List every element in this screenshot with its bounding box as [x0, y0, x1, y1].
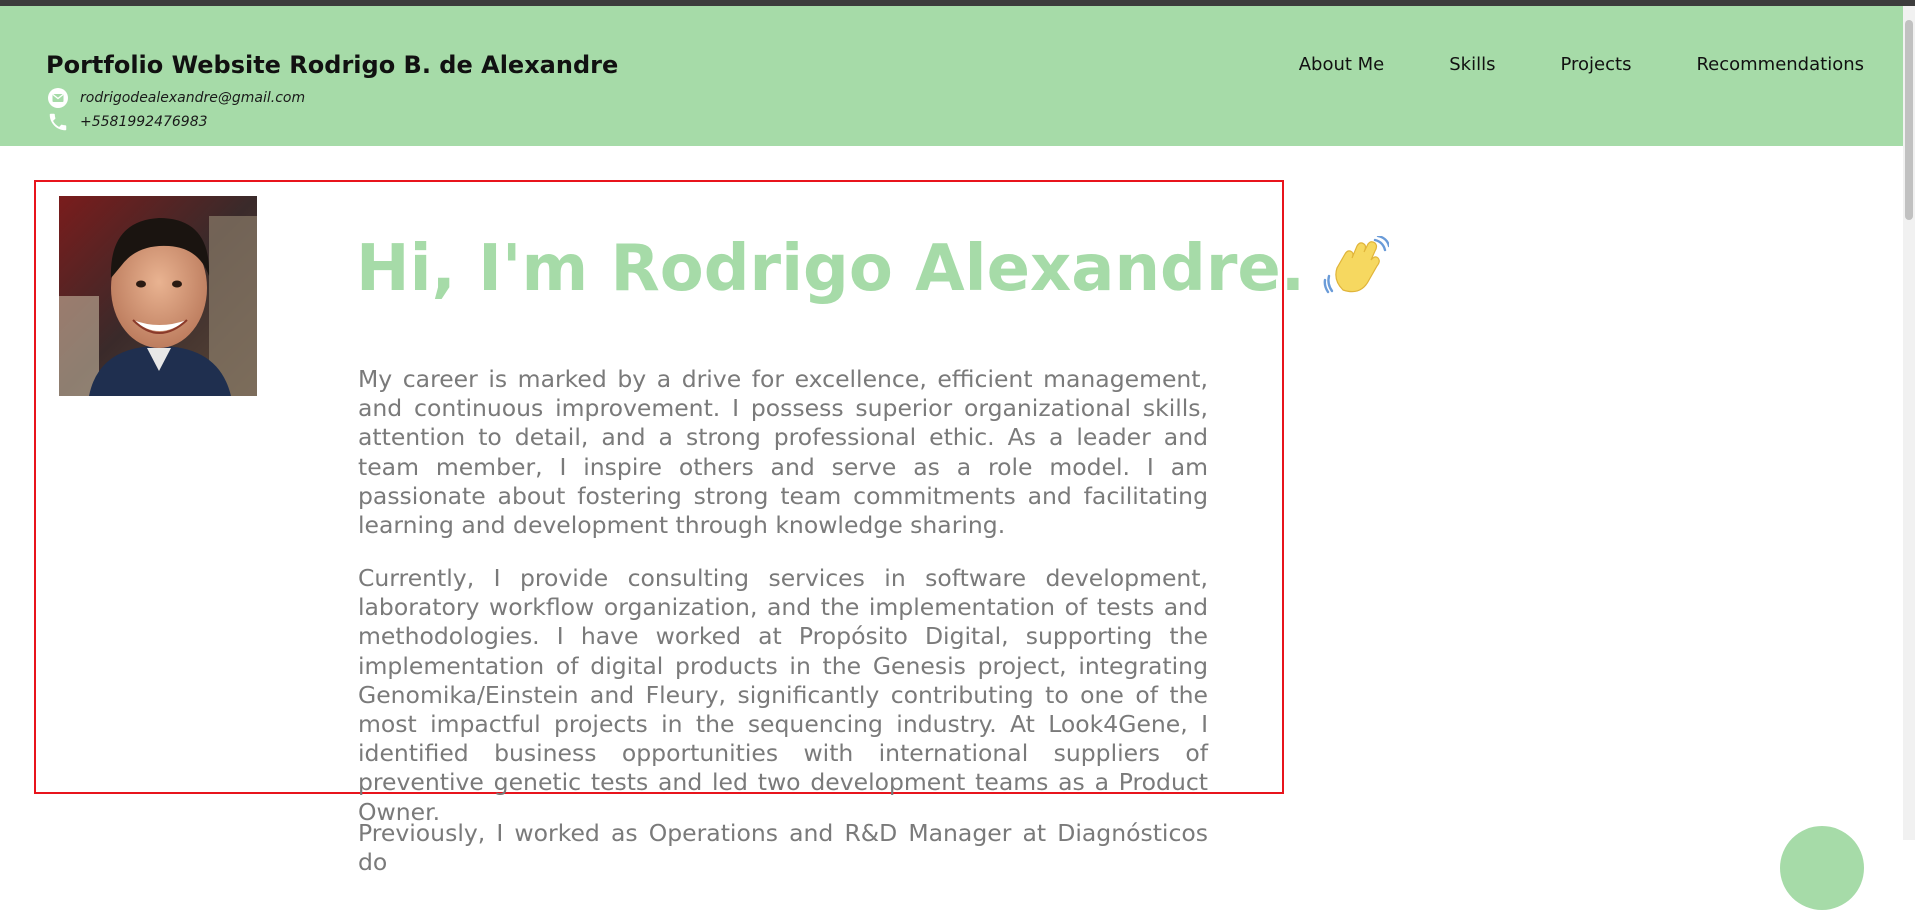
profile-photo	[59, 196, 257, 396]
phone-text[interactable]: +5581992476983	[80, 114, 208, 130]
site-header: Portfolio Website Rodrigo B. de Alexandr…	[0, 6, 1903, 146]
nav-item-skills[interactable]: Skills	[1449, 54, 1495, 75]
scrollbar-thumb[interactable]	[1905, 20, 1913, 220]
site-title: Portfolio Website Rodrigo B. de Alexandr…	[46, 51, 619, 79]
bio-paragraph: My career is marked by a drive for excel…	[358, 365, 1208, 540]
bio-paragraph: Currently, I provide consulting services…	[358, 564, 1208, 826]
nav-item-recommendations[interactable]: Recommendations	[1696, 54, 1864, 75]
hero-headline: Hi, I'm Rodrigo Alexandre.	[356, 232, 1391, 306]
page-scrollbar[interactable]	[1903, 6, 1915, 840]
envelope-circle-icon	[46, 86, 70, 110]
contact-email: rodrigodealexandre@gmail.com	[46, 86, 305, 110]
scroll-to-top-button[interactable]	[1780, 826, 1864, 910]
nav-item-about-me[interactable]: About Me	[1299, 54, 1385, 75]
email-text[interactable]: rodrigodealexandre@gmail.com	[80, 90, 305, 106]
waving-hand-icon	[1323, 234, 1391, 302]
bio-paragraph: Previously, I worked as Operations and R…	[358, 819, 1208, 877]
main-nav: About Me Skills Projects Recommendations	[1299, 54, 1864, 75]
nav-item-projects[interactable]: Projects	[1560, 54, 1631, 75]
contact-phone: +5581992476983	[46, 110, 208, 134]
headline-text: Hi, I'm Rodrigo Alexandre.	[356, 232, 1306, 306]
phone-icon	[46, 110, 70, 134]
